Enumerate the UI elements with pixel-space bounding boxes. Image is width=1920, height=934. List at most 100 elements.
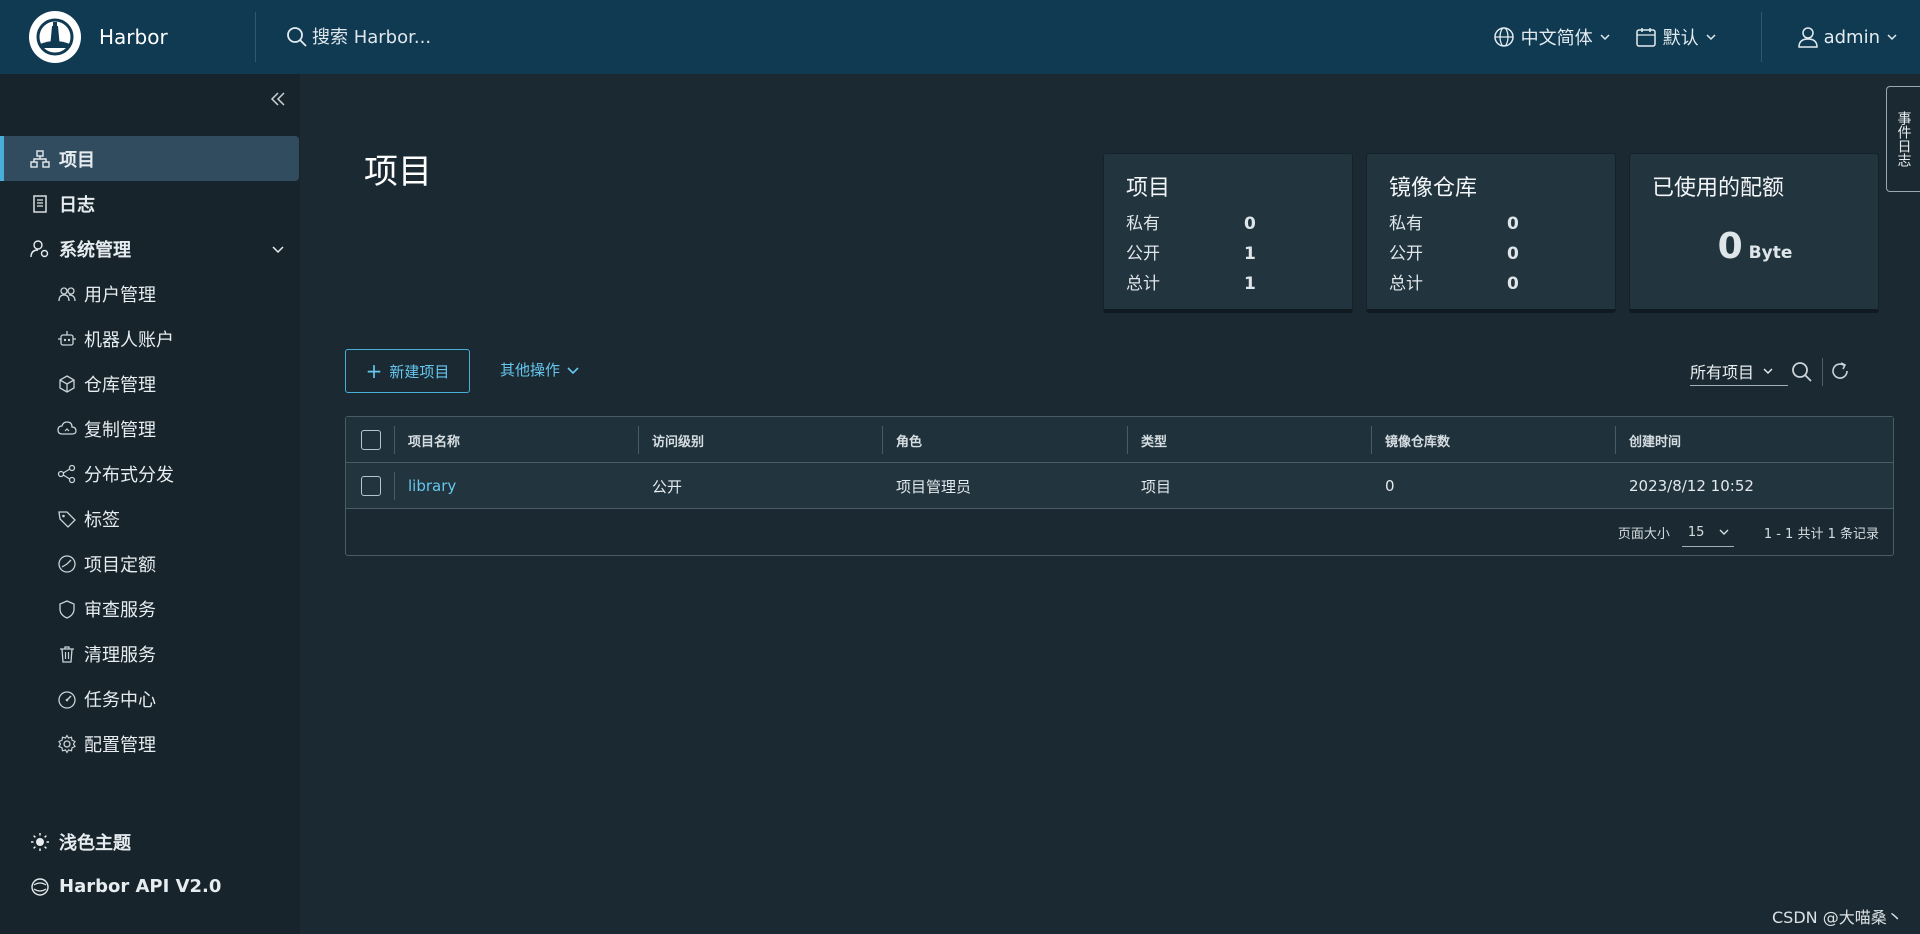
sidebar-item-label: 用户管理 (84, 284, 156, 306)
sidebar-item-logs[interactable]: 日志 (0, 181, 300, 226)
page-size-select[interactable]: 15 (1681, 519, 1734, 547)
sidebar-item-clean-up[interactable]: 清理服务 (0, 631, 300, 676)
column-divider[interactable] (638, 426, 639, 454)
chevron-down-icon (567, 366, 579, 374)
quota-summary-card: 已使用的配额 0 Byte (1629, 153, 1879, 313)
theme-toggle-label: 浅色主题 (59, 832, 131, 854)
chevron-down-icon (1763, 368, 1773, 374)
sidebar-item-label: 项目 (59, 149, 95, 171)
language-selector[interactable]: 中文简体 (1493, 0, 1611, 74)
card-row-value: 0 (1244, 214, 1256, 234)
column-header-repo-count[interactable]: 镜像仓库数 (1385, 417, 1450, 463)
sidebar-item-project-quotas[interactable]: 项目定额 (0, 541, 300, 586)
collapse-sidebar-icon[interactable] (267, 88, 289, 110)
sun-icon (31, 832, 49, 851)
card-row: 私有 0 (1389, 209, 1589, 234)
quota-used-value: 0 (1717, 226, 1743, 267)
card-title: 已使用的配额 (1652, 176, 1785, 201)
column-header-role[interactable]: 角色 (896, 417, 922, 463)
project-filter-select[interactable]: 所有项目 (1690, 356, 1788, 386)
users-icon (58, 286, 76, 301)
global-search[interactable] (286, 0, 1493, 74)
row-checkbox[interactable] (361, 476, 381, 496)
page-title: 项目 (364, 152, 432, 192)
column-divider[interactable] (1371, 426, 1372, 454)
sidebar-item-label: 清理服务 (84, 644, 156, 666)
project-filter-value: 所有项目 (1690, 362, 1755, 382)
brand-name: Harbor (99, 25, 168, 49)
card-row: 总计 0 (1389, 269, 1589, 294)
table-header: 项目名称 访问级别 角色 类型 镜像仓库数 创建时间 (346, 417, 1893, 463)
column-header-name[interactable]: 项目名称 (408, 417, 460, 463)
sidebar: 项目 日志 系统管理 用户管理 机器人账户 仓库管理 复制管理 分布式分发 标签… (0, 74, 300, 934)
sidebar-item-users[interactable]: 用户管理 (0, 271, 300, 316)
table-footer: 页面大小 15 1 - 1 共计 1 条记录 (346, 510, 1893, 555)
repo-count-cell: 0 (1385, 477, 1395, 495)
sidebar-item-replication[interactable]: 复制管理 (0, 406, 300, 451)
sidebar-item-interrogation[interactable]: 审查服务 (0, 586, 300, 631)
user-icon (1797, 27, 1818, 48)
column-divider[interactable] (882, 426, 883, 454)
harbor-api-link[interactable]: Harbor API V2.0 (0, 864, 300, 909)
api-icon (31, 877, 49, 896)
sidebar-item-registries[interactable]: 仓库管理 (0, 361, 300, 406)
project-name-link[interactable]: library (408, 463, 456, 509)
column-divider[interactable] (1127, 426, 1128, 454)
language-label: 中文简体 (1520, 28, 1593, 49)
sidebar-item-configuration[interactable]: 配置管理 (0, 721, 300, 766)
sidebar-item-label: 项目定额 (84, 554, 156, 576)
sidebar-item-projects[interactable]: 项目 (0, 136, 299, 181)
access-level-cell: 公开 (652, 477, 683, 496)
select-all-checkbox[interactable] (361, 430, 381, 450)
column-header-type[interactable]: 类型 (1141, 417, 1167, 463)
refresh-icon[interactable] (1829, 360, 1851, 382)
brand[interactable]: Harbor (0, 0, 255, 74)
column-header-creation-time[interactable]: 创建时间 (1629, 417, 1681, 463)
row-select-cell (361, 463, 381, 509)
sidebar-nav: 项目 日志 系统管理 用户管理 机器人账户 仓库管理 复制管理 分布式分发 标签… (0, 136, 300, 766)
toolbar-divider (1822, 358, 1823, 386)
card-row: 私有 0 (1126, 209, 1326, 234)
new-project-button[interactable]: + 新建项目 (345, 349, 470, 393)
chevron-down-icon (272, 245, 284, 253)
card-row-label: 公开 (1389, 244, 1423, 264)
creation-time-cell: 2023/8/12 10:52 (1629, 477, 1754, 495)
column-header-access[interactable]: 访问级别 (652, 417, 704, 463)
other-actions-dropdown[interactable]: 其他操作 (500, 359, 580, 380)
registry-icon (59, 374, 75, 393)
sidebar-item-job-service[interactable]: 任务中心 (0, 676, 300, 721)
column-divider[interactable] (1615, 426, 1616, 454)
card-row-label: 总计 (1389, 274, 1423, 294)
harbor-logo-icon (29, 11, 81, 63)
sidebar-item-label: 系统管理 (59, 239, 131, 261)
sidebar-item-robot-accounts[interactable]: 机器人账户 (0, 316, 300, 361)
sidebar-item-label: 任务中心 (84, 689, 156, 711)
sidebar-item-label: 标签 (84, 509, 120, 531)
sidebar-item-label: 复制管理 (84, 419, 156, 441)
user-menu[interactable]: admin (1796, 0, 1898, 74)
page-size-label: 页面大小 (1617, 527, 1670, 542)
event-log-tab[interactable]: 事件日志 (1886, 86, 1920, 192)
date-format-label: 默认 (1662, 28, 1699, 49)
theme-toggle[interactable]: 浅色主题 (0, 819, 300, 864)
calendar-icon (1635, 28, 1656, 47)
dashboard-icon (58, 690, 76, 709)
search-input[interactable] (312, 26, 712, 48)
card-title: 项目 (1126, 176, 1171, 201)
sidebar-item-distribution[interactable]: 分布式分发 (0, 451, 300, 496)
search-icon[interactable] (1790, 360, 1814, 384)
chevron-down-icon (1719, 529, 1729, 535)
projects-summary-card: 项目 私有 0 公开 1 总计 1 (1103, 153, 1353, 313)
projects-table: 项目名称 访问级别 角色 类型 镜像仓库数 创建时间 library 公开 项目… (345, 416, 1894, 556)
type-cell: 项目 (1141, 477, 1172, 496)
projects-icon (30, 149, 50, 168)
sidebar-item-labels[interactable]: 标签 (0, 496, 300, 541)
repositories-summary-card: 镜像仓库 私有 0 公开 0 总计 0 (1366, 153, 1616, 313)
pagination-total: 1 - 1 共计 1 条记录 (1763, 527, 1879, 542)
card-row-value: 0 (1507, 244, 1519, 264)
sidebar-item-admin[interactable]: 系统管理 (0, 226, 300, 271)
header-divider (255, 12, 256, 62)
date-format-selector[interactable]: 默认 (1635, 0, 1717, 74)
plus-icon: + (365, 359, 383, 383)
card-row-label: 总计 (1126, 274, 1160, 294)
